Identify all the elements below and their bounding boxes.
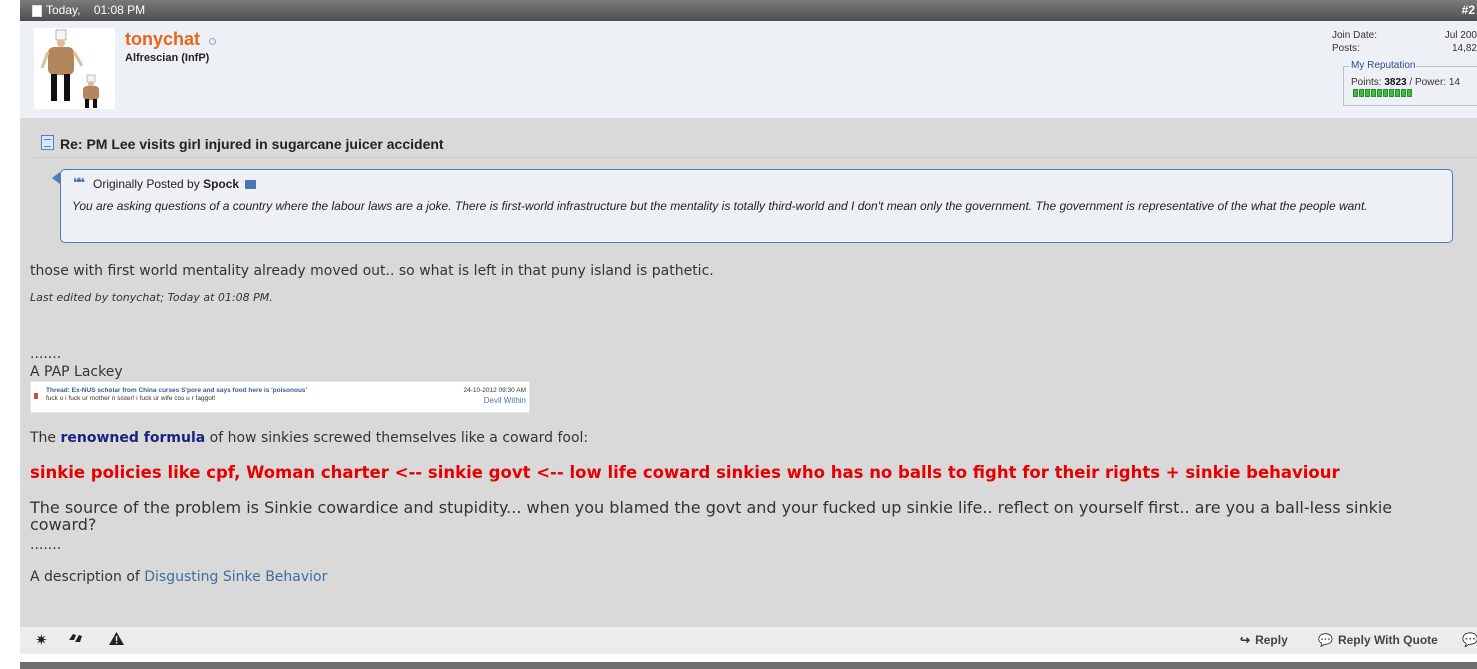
formula-line: The renowned formula of how sinkies scre… — [30, 430, 589, 446]
quote-icon: ❝❝ — [73, 176, 85, 191]
star-icon[interactable]: ✷ — [35, 632, 48, 649]
signature-red-line: sinkie policies like cpf, Woman charter … — [30, 463, 1340, 482]
multi-quote-icon[interactable]: 💬 — [1462, 633, 1477, 648]
reputation-segment — [1401, 89, 1406, 97]
join-date-value: Jul 200 — [1444, 30, 1477, 41]
quote-author: Spock — [203, 177, 240, 191]
reputation-segment — [1353, 89, 1358, 97]
join-date-label: Join Date: — [1332, 30, 1378, 41]
reputation-box: My Reputation Points: 3823 / Power: 14 — [1343, 60, 1477, 106]
reply-with-quote-button[interactable]: 💬 Reply With Quote — [1318, 633, 1438, 647]
post-date: Today, 01:08 PM — [46, 3, 146, 17]
quote-arrow — [52, 172, 60, 184]
avatar[interactable] — [34, 28, 115, 109]
quote-header: Originally Posted by Spock — [93, 177, 240, 191]
last-edited-note: Last edited by tonychat; Today at 01:08 … — [30, 291, 273, 304]
post-header-bar: Today, 01:08 PM #2 — [20, 0, 1477, 21]
signature-dots-bottom: ....... — [30, 537, 62, 553]
reputation-segment — [1407, 89, 1412, 97]
signature-thread-date: 24-10-2012 09:30 AM — [463, 387, 526, 394]
quote-text: You are asking questions of a country wh… — [72, 199, 1368, 213]
quote-block: ❝❝ Originally Posted by Spock You are as… — [60, 169, 1453, 243]
document-icon — [32, 5, 42, 17]
post-icon — [41, 135, 54, 150]
reply-arrow-icon: ↪ — [1240, 633, 1251, 647]
reputation-segment — [1377, 89, 1382, 97]
posts-count: 14,82 — [1451, 43, 1477, 54]
offline-status-icon — [209, 38, 216, 45]
signature-thread-title: Thread: Ex-NUS scholar from China curses… — [46, 387, 308, 394]
post-body: Re: PM Lee visits girl injured in sugarc… — [20, 119, 1477, 627]
post-action-bar: ✷ ↪ Reply 💬 Reply With Quote 💬 — [20, 627, 1477, 654]
post-message: those with first world mentality already… — [30, 263, 714, 279]
warning-icon[interactable] — [109, 632, 124, 649]
reputation-legend: My Reputation — [1350, 60, 1417, 71]
user-title: Alfrescian (InfP) — [125, 52, 210, 64]
post-title: Re: PM Lee visits girl injured in sugarc… — [60, 136, 444, 152]
next-post-header-strip — [20, 662, 1477, 669]
reputation-segment — [1389, 89, 1394, 97]
reply-button[interactable]: ↪ Reply — [1240, 633, 1288, 647]
thread-status-icon — [34, 393, 38, 399]
signature-source-text: The source of the problem is Sinkie cowa… — [30, 498, 1393, 534]
posts-label: Posts: — [1332, 43, 1360, 54]
post-number-link[interactable]: #2 — [1462, 0, 1475, 21]
reputation-segment — [1365, 89, 1370, 97]
user-info-panel: tonychat Alfrescian (InfP) Join Date: Ju… — [20, 21, 1477, 119]
signature-embedded-thread: Thread: Ex-NUS scholar from China curses… — [30, 381, 530, 413]
signature-thread-user: Devil Within — [483, 396, 526, 405]
thumbs-icon[interactable] — [68, 632, 85, 650]
reputation-points: Points: 3823 / Power: 14 — [1351, 77, 1460, 88]
disgusting-behavior-link[interactable]: Disgusting Sinke Behavior — [144, 569, 327, 585]
username-link[interactable]: tonychat — [125, 29, 200, 50]
reputation-segment — [1359, 89, 1364, 97]
reputation-segment — [1383, 89, 1388, 97]
renowned-formula-link[interactable]: renowned formula — [61, 430, 206, 446]
signature-thread-snippet: fuck u i fuck ur mother n sister! i fuck… — [46, 395, 216, 402]
reputation-segment — [1395, 89, 1400, 97]
quote-bubble-icon: 💬 — [1318, 633, 1333, 647]
signature-dots-top: ....... — [30, 346, 62, 362]
reputation-bar — [1353, 89, 1412, 97]
avatar-image — [40, 29, 99, 108]
signature-lackey: A PAP Lackey — [30, 364, 123, 380]
description-line: A description of Disgusting Sinke Behavi… — [30, 569, 328, 585]
title-divider — [34, 157, 1477, 158]
view-post-icon[interactable] — [245, 180, 256, 189]
reputation-segment — [1371, 89, 1376, 97]
